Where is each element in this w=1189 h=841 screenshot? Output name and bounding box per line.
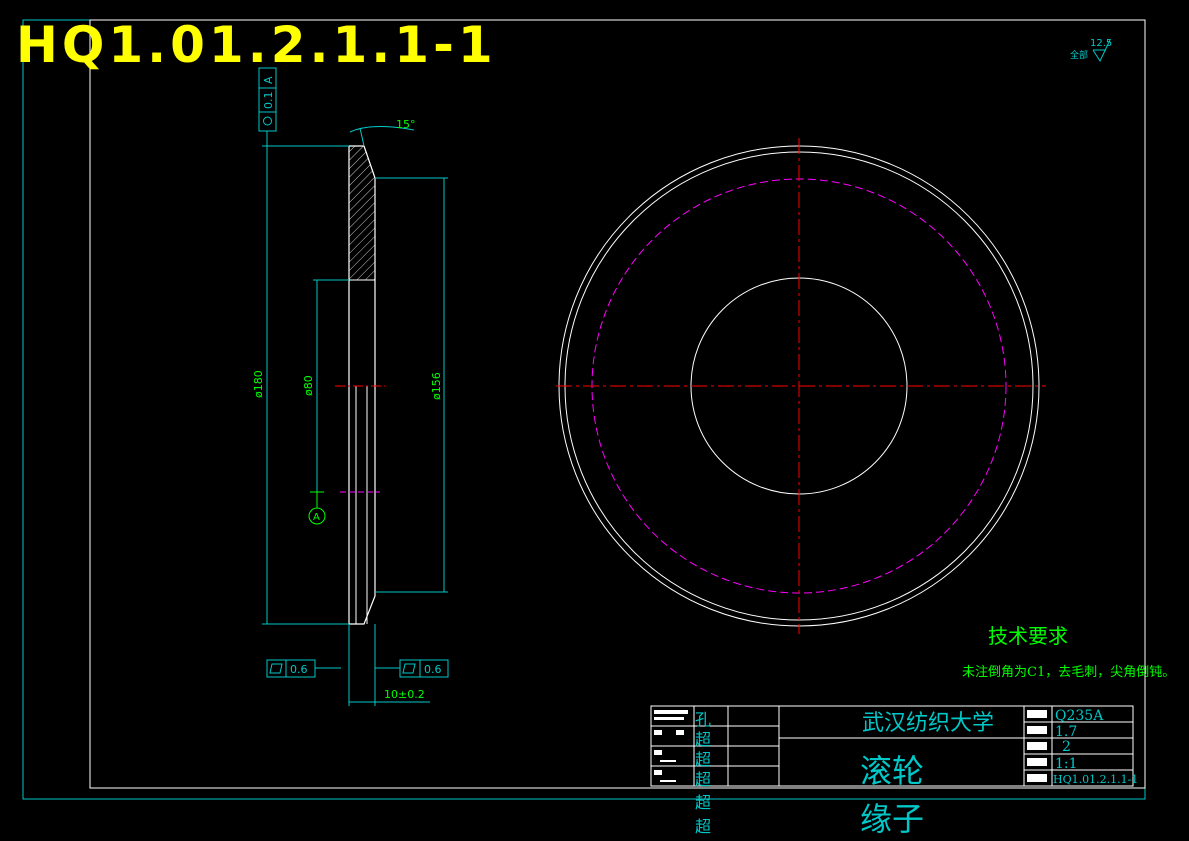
tb-scale: 1:1	[1055, 756, 1078, 772]
tech-req-title: 技术要求	[988, 624, 1068, 648]
surface-finish-symbol: 12.5 全部	[1070, 38, 1112, 63]
tech-req-text: 未注倒角为C1，去毛刺，尖角倒钝。	[962, 665, 1175, 680]
dim-thk-label: 10±0.2	[384, 688, 425, 701]
dim-80-label: ø80	[302, 375, 315, 396]
tb-quantity: 2	[1062, 739, 1071, 755]
tolerance-bottom-right: 0.6	[375, 659, 449, 678]
tb-small-label	[654, 730, 662, 735]
front-view	[556, 138, 1046, 634]
tb-small-label	[660, 760, 676, 762]
tb-small-label	[654, 717, 684, 720]
flatness-icon-left	[269, 663, 283, 674]
tolerance-bl-value: 0.6	[290, 663, 308, 676]
tb-weight: 1.7	[1055, 724, 1077, 740]
tb-school: 武汉纺织大学	[862, 711, 994, 736]
tb-char-4: 超	[695, 793, 711, 812]
tb-small-label	[654, 770, 662, 775]
surface-finish-value: 12.5	[1090, 38, 1112, 49]
tb-small-label	[1027, 758, 1047, 766]
tb-small-label	[654, 750, 662, 755]
tb-char-3: 超	[695, 770, 711, 789]
tb-small-label	[1027, 774, 1047, 782]
tolerance-top-value: 0.1	[262, 92, 275, 110]
tb-part-name: 滚轮	[860, 752, 924, 790]
flatness-icon-right	[402, 663, 416, 674]
cad-drawing: HQ1.01.2.1.1-1 12.5 全部 ø180 ø80 A ø156 1…	[16, 16, 1175, 838]
angle-label: 15°	[396, 118, 416, 131]
section-hatch	[348, 145, 376, 281]
datum-a-label: A	[313, 512, 320, 523]
tb-material: Q235A	[1055, 708, 1104, 724]
tb-small-label	[1027, 726, 1047, 734]
angle-ext	[359, 127, 365, 147]
section-view: ø180 ø80 A ø156 15° A 0.1 0.6 0.6 10±0.2	[252, 67, 449, 706]
surface-finish-note: 全部	[1070, 49, 1088, 61]
dim-180-label: ø180	[252, 370, 265, 398]
tb-char-5: 超	[695, 817, 711, 836]
drawing-canvas: HQ1.01.2.1.1-1 12.5 全部 ø180 ø80 A ø156 1…	[0, 0, 1189, 841]
tb-small-label	[676, 730, 684, 735]
tb-drawing-no: HQ1.01.2.1.1-1	[1053, 773, 1138, 786]
tb-designer: 缘子	[860, 800, 924, 838]
tb-char-1: 超	[695, 730, 711, 749]
title-block: 孔 超 超 超 超 超 武汉纺织大学 滚轮 缘子 Q235A 1.7 2 1:1…	[650, 705, 1138, 838]
tb-small-label	[1027, 710, 1047, 718]
tolerance-bottom-left: 0.6	[266, 659, 341, 678]
tb-small-label	[1027, 742, 1047, 750]
dim-156-label: ø156	[430, 372, 443, 400]
drawing-number-large: HQ1.01.2.1.1-1	[16, 16, 497, 74]
tb-char-2: 超	[695, 750, 711, 769]
tolerance-top-datum: A	[262, 76, 275, 84]
runout-icon	[263, 116, 272, 126]
tb-small-label	[654, 710, 688, 714]
tolerance-top: A 0.1	[258, 67, 277, 146]
tb-small-label	[660, 780, 676, 782]
tb-char-0: 孔	[695, 710, 711, 729]
outer-frame	[22, 19, 1146, 800]
tolerance-br-value: 0.6	[424, 663, 442, 676]
